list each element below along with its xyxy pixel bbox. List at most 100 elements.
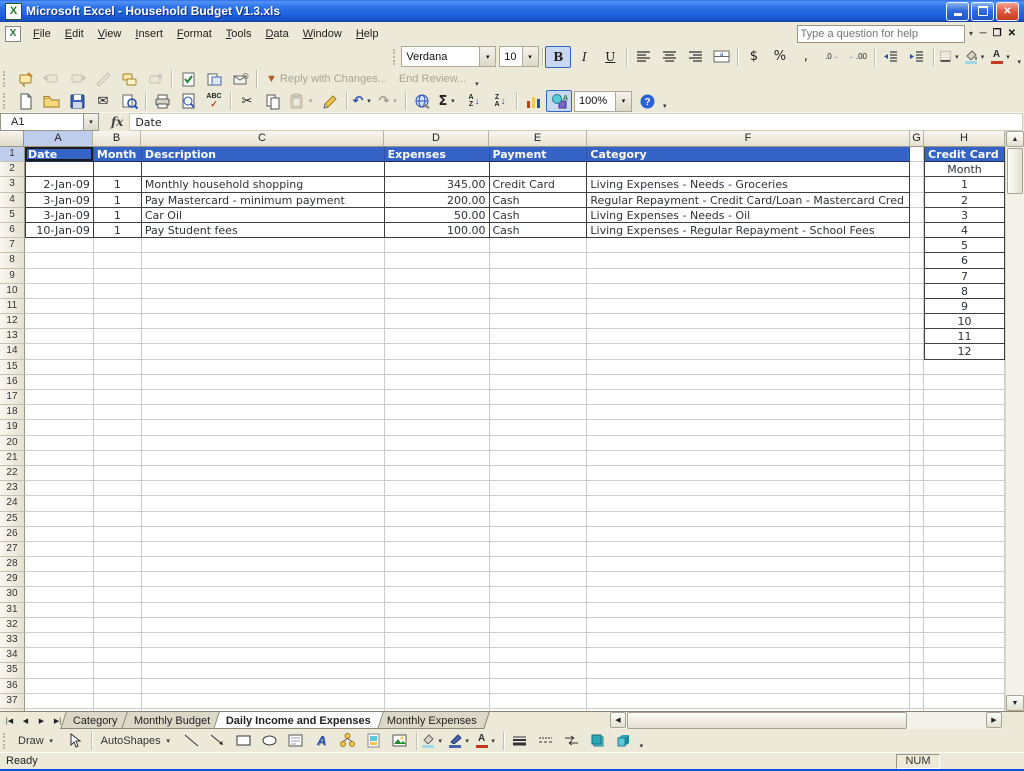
cell-C3[interactable]: Monthly household shopping [142,177,385,192]
cell-C10[interactable] [142,284,385,299]
cell-E22[interactable] [490,466,588,481]
percent-icon[interactable]: % [767,46,793,68]
row-header-31[interactable]: 31 [0,603,25,618]
italic-icon[interactable]: I [571,46,597,68]
cell-H24[interactable] [924,496,1005,511]
cell-C21[interactable] [142,451,385,466]
cell-B24[interactable] [94,496,142,511]
email-icon[interactable]: ✉ [90,90,116,112]
cell-D18[interactable] [385,405,490,420]
cell-H25[interactable] [924,512,1005,527]
cell-H8[interactable]: 6 [924,253,1005,268]
insert-function-icon[interactable]: fx [111,115,123,129]
cell-A7[interactable] [25,238,94,253]
borders-dropdown-icon[interactable]: ▾ [953,53,960,61]
cell-B14[interactable] [94,344,142,359]
cell-B7[interactable] [94,238,142,253]
cell-H1[interactable]: Credit Card [924,147,1005,162]
cell-A4[interactable]: 3-Jan-09 [25,193,94,208]
cell-H18[interactable] [924,405,1005,420]
cell-D34[interactable] [385,648,490,663]
new-comment-icon[interactable] [12,68,38,90]
mail-recipient-icon[interactable] [227,68,253,90]
toolbar-grip[interactable] [3,71,8,87]
cell-G4[interactable] [910,193,924,208]
cell-B17[interactable] [94,390,142,405]
select-objects-icon[interactable] [62,730,88,752]
draw-font-color-icon[interactable]: A ▾ [474,730,500,752]
insert-picture-icon[interactable] [387,730,413,752]
show-all-comments-icon[interactable] [116,68,142,90]
cell-D35[interactable] [385,663,490,678]
cell-C15[interactable] [142,360,385,375]
autosum-dropdown-icon[interactable]: ▾ [448,97,457,105]
cell-F7[interactable] [587,238,910,253]
cell-C35[interactable] [142,663,385,678]
cell-C31[interactable] [142,603,385,618]
cell-D27[interactable] [385,542,490,557]
tab-daily-income-and-expenses[interactable]: Daily Income and Expenses [213,712,383,729]
cell-B27[interactable] [94,542,142,557]
toolbar-grip[interactable] [3,93,8,109]
cell-B26[interactable] [94,527,142,542]
cell-G33[interactable] [910,633,924,648]
cell-H16[interactable] [924,375,1005,390]
row-header-2[interactable]: 2 [0,162,25,177]
toolbar-options-icon[interactable]: ▾ [1015,58,1024,66]
cell-D20[interactable] [385,436,490,451]
cell-C28[interactable] [142,557,385,572]
print-preview-icon[interactable] [175,90,201,112]
cell-D9[interactable] [385,269,490,284]
help-icon[interactable]: ? [634,90,660,112]
cell-F22[interactable] [587,466,910,481]
cell-F23[interactable] [587,481,910,496]
font-name-combo[interactable]: Verdana ▾ [401,46,496,67]
cell-G2[interactable] [910,162,924,177]
menubar-close-icon[interactable]: ✕ [1008,28,1016,39]
cell-A8[interactable] [25,253,94,268]
cell-C33[interactable] [142,633,385,648]
cell-D6[interactable]: 100.00 [385,223,490,238]
cell-E12[interactable] [490,314,588,329]
hyperlink-icon[interactable] [409,90,435,112]
cell-G31[interactable] [910,603,924,618]
row-header-23[interactable]: 23 [0,481,25,496]
menu-view[interactable]: View [91,25,129,43]
cell-F20[interactable] [587,436,910,451]
cell-E24[interactable] [490,496,588,511]
cell-E4[interactable]: Cash [490,193,588,208]
cell-H35[interactable] [924,663,1005,678]
cell-E28[interactable] [490,557,588,572]
cell-A5[interactable]: 3-Jan-09 [25,208,94,223]
cell-H6[interactable]: 4 [924,223,1005,238]
cell-B33[interactable] [94,633,142,648]
row-header-26[interactable]: 26 [0,527,25,542]
cell-C19[interactable] [142,420,385,435]
font-size-dropdown-icon[interactable]: ▾ [522,47,538,66]
vertical-scroll-track[interactable] [1006,195,1024,695]
cell-B6[interactable]: 1 [94,223,142,238]
cell-G5[interactable] [910,208,924,223]
cell-D15[interactable] [385,360,490,375]
cell-E30[interactable] [490,587,588,602]
cell-H30[interactable] [924,587,1005,602]
row-header-24[interactable]: 24 [0,496,25,511]
cell-G24[interactable] [910,496,924,511]
first-sheet-icon[interactable]: |◀ [2,714,17,728]
row-header-7[interactable]: 7 [0,238,25,253]
toolbar-options-icon[interactable]: ▾ [472,80,482,88]
oval-icon[interactable] [257,730,283,752]
cell-H23[interactable] [924,481,1005,496]
cell-F11[interactable] [587,299,910,314]
cell-B2[interactable] [94,162,142,177]
cell-E14[interactable] [490,344,588,359]
cell-F26[interactable] [587,527,910,542]
cell-F34[interactable] [587,648,910,663]
align-right-icon[interactable] [682,46,708,68]
copy-icon[interactable] [260,90,286,112]
row-header-12[interactable]: 12 [0,314,25,329]
cell-H17[interactable] [924,390,1005,405]
cell-B13[interactable] [94,329,142,344]
cell-D22[interactable] [385,466,490,481]
row-header-11[interactable]: 11 [0,299,25,314]
